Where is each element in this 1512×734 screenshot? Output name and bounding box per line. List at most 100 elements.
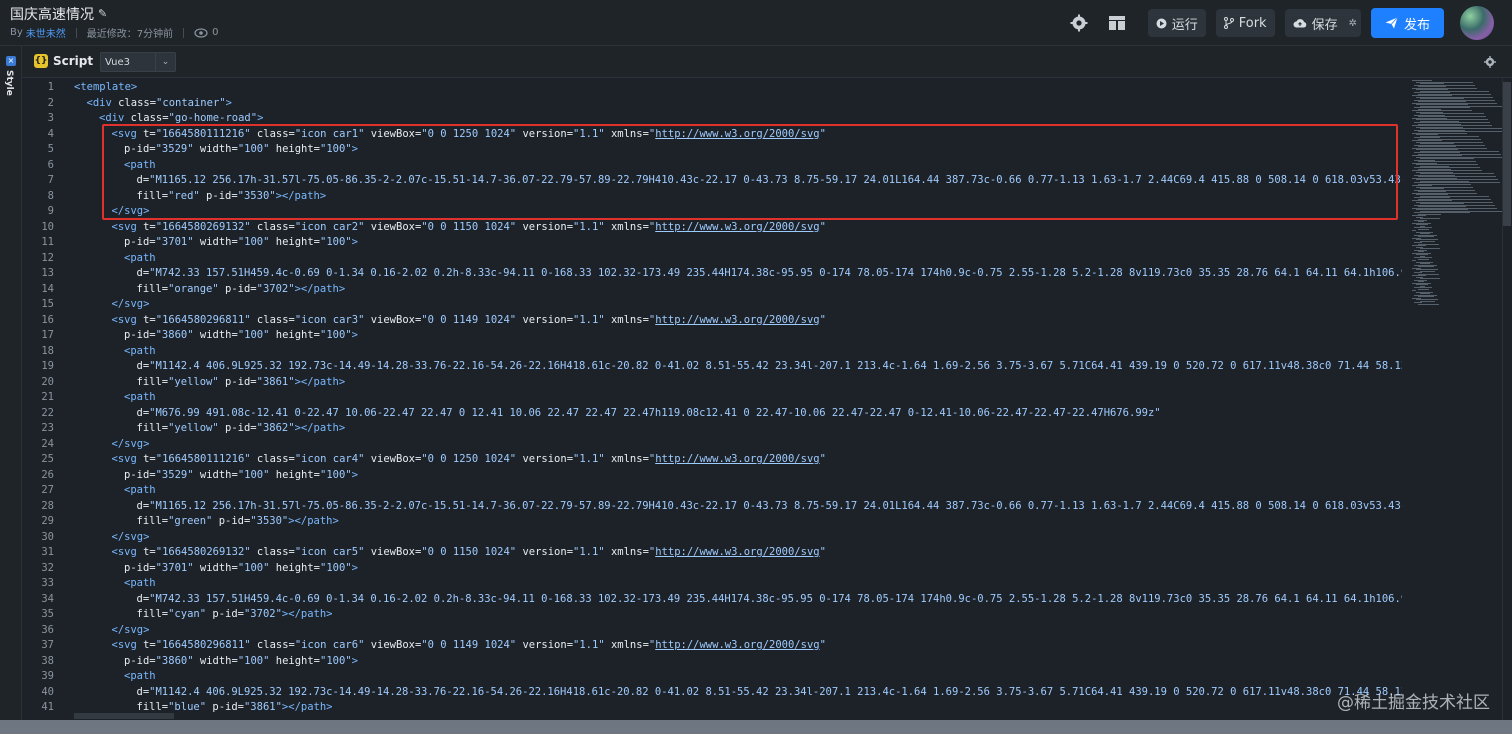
line-number: 37 bbox=[41, 639, 54, 651]
by-label: By bbox=[10, 27, 23, 38]
code-token: http://www.w3.org/2000/svg bbox=[655, 546, 820, 558]
code-token: height= bbox=[275, 654, 321, 667]
line-number: 40 bbox=[41, 685, 54, 698]
code-editor[interactable]: 1 2 3 4 5 6 7 8 9 10 11 12 13 14 15 16 17 18 19 20 21 22 23 24 2… bbox=[22, 78, 1512, 720]
code-token: ></path> bbox=[288, 515, 339, 527]
save-button[interactable]: 保存 ✲ bbox=[1284, 9, 1361, 37]
code-token: "3701" bbox=[155, 561, 200, 574]
project-title[interactable]: 国庆高速情况 bbox=[10, 4, 94, 24]
chevron-down-icon: ⌄ bbox=[155, 53, 175, 71]
code-token: "3530" bbox=[250, 515, 289, 527]
code-token: t= bbox=[143, 639, 156, 651]
code-token: <svg bbox=[111, 453, 144, 465]
script-tab[interactable]: {} Script bbox=[34, 54, 93, 68]
code-token: version= bbox=[522, 546, 574, 558]
code-token: <path bbox=[124, 344, 156, 357]
code-token: xmlns= bbox=[610, 453, 649, 465]
code-line: <path bbox=[124, 251, 156, 267]
settings-gear-icon[interactable] bbox=[1068, 12, 1090, 34]
code-token: class= bbox=[130, 112, 169, 124]
code-token: viewBox= bbox=[370, 220, 422, 233]
code-token: t= bbox=[143, 453, 156, 465]
code-line: <path bbox=[124, 344, 156, 360]
code-token: " bbox=[819, 453, 826, 465]
line-number-gutter: 1 2 3 4 5 6 7 8 9 10 11 12 13 14 15 16 17 18 19 20 21 22 23 24 2… bbox=[22, 78, 62, 720]
top-header: 国庆高速情况 ✎ By 未世未然 最近修改：7分钟前 0 运行 Fork 保存 … bbox=[0, 0, 1512, 46]
line-number: 22 bbox=[41, 406, 54, 419]
code-line: p-id="3529" width="100" height="100"> bbox=[124, 468, 358, 484]
code-token: "3860" bbox=[155, 654, 200, 667]
code-token: "3529" bbox=[155, 468, 200, 481]
code-token: "3702" bbox=[256, 282, 295, 295]
user-avatar[interactable] bbox=[1460, 6, 1494, 40]
code-token: "3701" bbox=[155, 236, 200, 248]
code-token: class= bbox=[256, 220, 295, 233]
line-number: 11 bbox=[41, 236, 54, 248]
vertical-scrollbar[interactable] bbox=[1502, 78, 1512, 720]
author-link[interactable]: 未世未然 bbox=[26, 25, 66, 40]
line-number: 4 bbox=[47, 127, 54, 140]
code-token: "100" bbox=[237, 236, 276, 248]
code-token: class= bbox=[256, 313, 295, 326]
language-select-value: Vue3 bbox=[105, 56, 131, 68]
code-token: viewBox= bbox=[370, 453, 422, 465]
code-token: " bbox=[819, 546, 826, 558]
code-token: p-id= bbox=[124, 654, 156, 667]
horizontal-scrollbar-thumb[interactable] bbox=[74, 713, 174, 719]
style-tab-label[interactable]: Style bbox=[4, 70, 14, 96]
vertical-scrollbar-thumb[interactable] bbox=[1503, 82, 1511, 226]
layout-icon[interactable] bbox=[1106, 12, 1128, 34]
code-line: fill="yellow" p-id="3862"></path> bbox=[137, 421, 346, 437]
highlight-annotation-box bbox=[102, 124, 1398, 220]
run-button[interactable]: 运行 bbox=[1147, 9, 1206, 37]
code-token: p-id= bbox=[218, 515, 251, 527]
code-line: fill="cyan" p-id="3702"></path> bbox=[137, 607, 333, 623]
line-number: 34 bbox=[41, 592, 54, 605]
code-token: "100" bbox=[320, 468, 352, 481]
code-line: d="M1142.4 406.9L925.32 192.73c-14.49-14… bbox=[137, 359, 1403, 375]
line-number: 31 bbox=[41, 546, 54, 558]
publish-label: 发布 bbox=[1403, 17, 1430, 33]
view-count: 0 bbox=[212, 27, 219, 38]
publish-button[interactable]: 发布 bbox=[1370, 8, 1444, 38]
code-line: </svg> bbox=[112, 530, 150, 546]
code-token: fill= bbox=[136, 515, 169, 527]
code-line: <path bbox=[124, 669, 156, 685]
line-number: 20 bbox=[41, 375, 54, 388]
language-select[interactable]: Vue3 ⌄ bbox=[100, 52, 176, 72]
code-line: <template> bbox=[74, 80, 137, 96]
line-number: 29 bbox=[41, 515, 54, 527]
code-token: "M676.99 491.08c-12.41 0-22.47 10.06-22.… bbox=[149, 406, 1161, 419]
code-token: "icon car5" bbox=[294, 546, 371, 558]
line-number: 6 bbox=[47, 158, 54, 171]
edit-title-icon[interactable]: ✎ bbox=[98, 8, 110, 20]
close-icon[interactable]: × bbox=[6, 56, 16, 66]
code-token: > bbox=[225, 96, 232, 109]
code-token: "1.1" bbox=[573, 546, 611, 558]
script-tab-label: Script bbox=[53, 54, 94, 68]
last-modified: 最近修改：7分钟前 bbox=[86, 29, 174, 40]
code-token: height= bbox=[275, 236, 321, 248]
code-token: d= bbox=[136, 499, 150, 512]
code-token: "1664580296811" bbox=[155, 639, 257, 651]
code-token: "M1142.4 406.9L925.32 192.73c-14.49-14.2… bbox=[149, 685, 1402, 698]
horizontal-scrollbar[interactable] bbox=[74, 712, 1410, 720]
code-token: "0 0 1150 1024" bbox=[421, 546, 523, 558]
code-token: class= bbox=[256, 639, 295, 651]
fork-button[interactable]: Fork bbox=[1215, 9, 1275, 37]
code-token: <path bbox=[124, 391, 156, 403]
line-number: 9 bbox=[47, 205, 54, 217]
save-options-gear-icon[interactable]: ✲ bbox=[1349, 18, 1357, 29]
minimap[interactable] bbox=[1410, 80, 1509, 720]
code-token: "100" bbox=[237, 654, 276, 667]
eye-icon bbox=[194, 27, 208, 38]
code-token: "100" bbox=[320, 236, 352, 248]
line-number: 39 bbox=[41, 670, 54, 682]
minimap-line bbox=[1420, 270, 1435, 272]
code-token: d= bbox=[136, 406, 150, 419]
meta-row: By 未世未然 最近修改：7分钟前 0 bbox=[10, 25, 219, 40]
code-token: p-id= bbox=[225, 375, 257, 388]
editor-settings-gear-icon[interactable] bbox=[1484, 56, 1496, 68]
code-token: </svg> bbox=[111, 437, 150, 450]
code-token: version= bbox=[522, 220, 574, 233]
